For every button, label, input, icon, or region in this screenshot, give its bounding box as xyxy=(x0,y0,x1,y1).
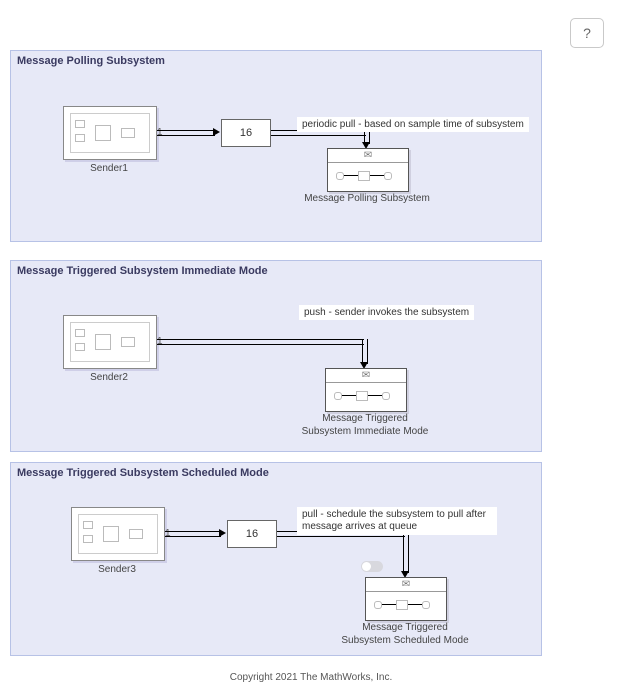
panel-scheduled: Message Triggered Subsystem Scheduled Mo… xyxy=(10,462,542,656)
message-icon: ✉ xyxy=(402,579,410,590)
sender-label: Sender3 xyxy=(71,564,163,575)
signal-line xyxy=(157,339,364,345)
glyph xyxy=(75,120,85,128)
glyph xyxy=(368,395,382,396)
sender-interior xyxy=(70,113,150,153)
glyph xyxy=(336,172,344,180)
sender-block-1[interactable] xyxy=(63,106,157,160)
arrow-icon xyxy=(213,128,220,136)
glyph xyxy=(103,526,119,542)
glyph xyxy=(129,529,143,539)
panel-polling: Message Polling Subsystem 1 Sender1 16 p… xyxy=(10,50,542,242)
queue-block[interactable]: 16 xyxy=(221,119,271,147)
signal-line xyxy=(157,130,215,136)
glyph xyxy=(121,128,135,138)
glyph xyxy=(75,343,85,351)
queue-capacity: 16 xyxy=(246,528,258,540)
annotation: push - sender invokes the subsystem xyxy=(299,305,474,320)
schedule-toggle[interactable] xyxy=(361,561,383,572)
panel-immediate: Message Triggered Subsystem Immediate Mo… xyxy=(10,260,542,452)
glyph xyxy=(334,392,342,400)
sender-label: Sender1 xyxy=(63,163,155,174)
annotation: pull - schedule the subsystem to pull af… xyxy=(297,507,497,535)
subsystem-body xyxy=(366,592,446,619)
subsystem-label: Message Triggered Subsystem Scheduled Mo… xyxy=(335,622,475,647)
signal-line xyxy=(403,531,409,573)
subsystem-label: Message Polling Subsystem xyxy=(297,193,437,206)
simulink-canvas: ? Message Polling Subsystem 1 Sender1 16… xyxy=(0,0,622,695)
glyph xyxy=(95,334,111,350)
glyph xyxy=(396,600,408,610)
sender-interior xyxy=(70,322,150,362)
glyph xyxy=(83,535,93,543)
copyright-text: Copyright 2021 The MathWorks, Inc. xyxy=(0,672,622,683)
glyph xyxy=(121,337,135,347)
glyph xyxy=(95,125,111,141)
glyph xyxy=(384,172,392,180)
panel-title: Message Triggered Subsystem Scheduled Mo… xyxy=(17,467,269,479)
glyph xyxy=(75,329,85,337)
glyph xyxy=(342,395,356,396)
subsystem-label: Message Triggered Subsystem Immediate Mo… xyxy=(295,413,435,438)
subsystem-trigger-bar: ✉ xyxy=(366,578,446,592)
arrow-icon xyxy=(219,529,226,537)
sender-interior xyxy=(78,514,158,554)
subsystem-trigger-bar: ✉ xyxy=(326,369,406,383)
glyph xyxy=(408,604,422,605)
queue-capacity: 16 xyxy=(240,127,252,139)
annotation: periodic pull - based on sample time of … xyxy=(297,117,529,132)
sender-block-2[interactable] xyxy=(63,315,157,369)
signal-line xyxy=(362,339,368,364)
help-button[interactable]: ? xyxy=(570,18,604,48)
glyph xyxy=(374,601,382,609)
glyph xyxy=(370,175,384,176)
subsystem-polling[interactable]: ✉ xyxy=(327,148,409,192)
subsystem-scheduled[interactable]: ✉ xyxy=(365,577,447,621)
queue-block[interactable]: 16 xyxy=(227,520,277,548)
signal-line xyxy=(165,531,221,537)
glyph xyxy=(382,604,396,605)
glyph xyxy=(382,392,390,400)
subsystem-trigger-bar: ✉ xyxy=(328,149,408,163)
sender-block-3[interactable] xyxy=(71,507,165,561)
subsystem-immediate[interactable]: ✉ xyxy=(325,368,407,412)
glyph xyxy=(356,391,368,401)
panel-title: Message Triggered Subsystem Immediate Mo… xyxy=(17,265,268,277)
message-icon: ✉ xyxy=(362,370,370,381)
sender-label: Sender2 xyxy=(63,372,155,383)
subsystem-body xyxy=(326,383,406,410)
glyph xyxy=(422,601,430,609)
glyph xyxy=(75,134,85,142)
glyph xyxy=(358,171,370,181)
panel-title: Message Polling Subsystem xyxy=(17,55,165,67)
subsystem-body xyxy=(328,163,408,190)
glyph xyxy=(83,521,93,529)
glyph xyxy=(344,175,358,176)
message-icon: ✉ xyxy=(364,150,372,161)
